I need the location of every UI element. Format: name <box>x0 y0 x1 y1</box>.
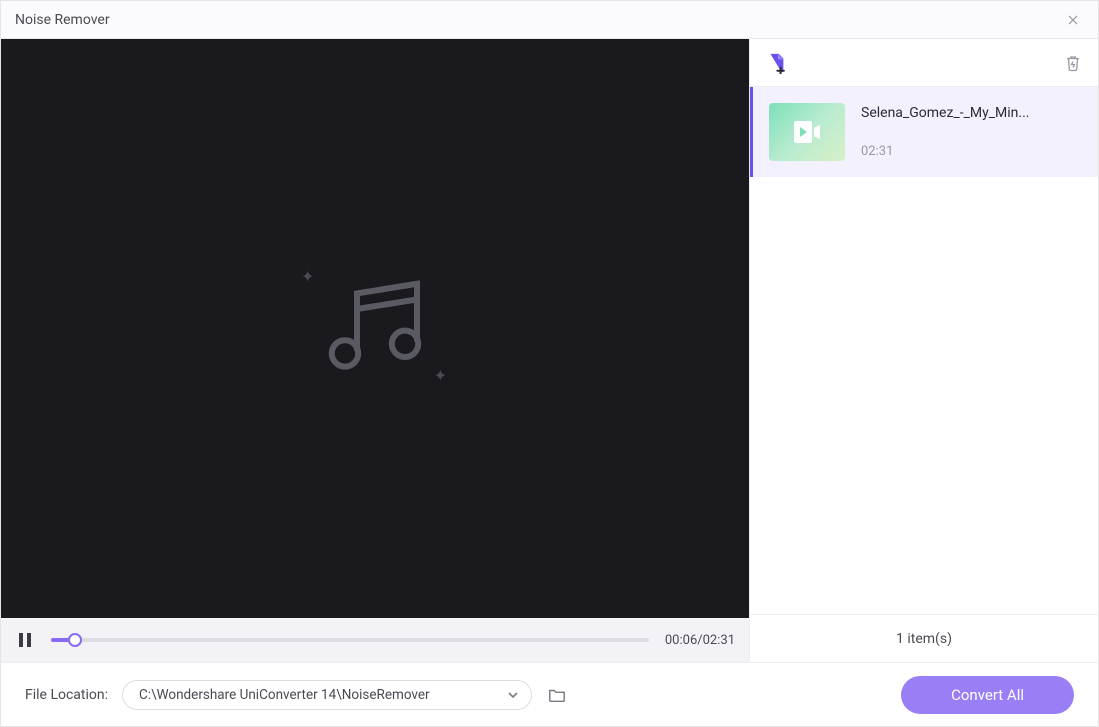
music-placeholder: ✦ ✦ <box>315 267 435 391</box>
convert-all-button[interactable]: Convert All <box>901 676 1074 714</box>
close-icon <box>1066 13 1080 27</box>
trash-icon <box>1064 54 1082 72</box>
file-location-label: File Location: <box>25 687 108 703</box>
preview-area: ✦ ✦ <box>1 39 749 618</box>
queue-toolbar <box>750 39 1098 87</box>
folder-icon <box>548 687 566 703</box>
queue-item[interactable]: Selena_Gomez_-_My_Min... 02:31 <box>750 87 1098 177</box>
chevron-down-icon <box>508 690 518 700</box>
file-location-group: File Location: <box>25 680 568 710</box>
clear-queue-button[interactable] <box>1062 52 1084 74</box>
video-icon <box>794 121 820 143</box>
sparkle-icon: ✦ <box>434 366 447 385</box>
file-location-dropdown[interactable] <box>501 683 525 707</box>
timecode: 00:06/02:31 <box>665 633 735 648</box>
browse-folder-button[interactable] <box>546 684 568 706</box>
file-location-input-wrap <box>122 680 532 710</box>
sparkle-icon: ✦ <box>301 267 314 286</box>
seek-thumb[interactable] <box>68 633 82 647</box>
noise-remover-window: Noise Remover ✦ ✦ <box>0 0 1099 727</box>
music-note-icon <box>315 267 435 387</box>
window-title: Noise Remover <box>15 12 110 28</box>
pause-icon <box>18 633 32 647</box>
current-time: 00:06 <box>665 633 697 648</box>
queue-list: Selena_Gomez_-_My_Min... 02:31 <box>750 87 1098 614</box>
playback-controls: 00:06/02:31 <box>1 618 749 662</box>
add-file-button[interactable] <box>764 51 788 75</box>
bottom-bar: File Location: Convert All <box>1 662 1098 726</box>
seek-bar[interactable] <box>51 638 649 642</box>
left-pane: ✦ ✦ 0 <box>1 39 749 662</box>
right-pane: Selena_Gomez_-_My_Min... 02:31 1 item(s) <box>749 39 1098 662</box>
add-file-icon <box>765 52 787 74</box>
item-duration: 02:31 <box>861 144 1030 159</box>
queue-count: 1 item(s) <box>750 614 1098 662</box>
body: ✦ ✦ 0 <box>1 39 1098 662</box>
file-location-input[interactable] <box>139 687 501 703</box>
total-time: 02:31 <box>703 633 735 648</box>
close-button[interactable] <box>1062 9 1084 31</box>
titlebar: Noise Remover <box>1 1 1098 39</box>
item-filename: Selena_Gomez_-_My_Min... <box>861 105 1030 121</box>
pause-button[interactable] <box>15 630 35 650</box>
item-meta: Selena_Gomez_-_My_Min... 02:31 <box>861 103 1030 161</box>
item-thumbnail <box>769 103 845 161</box>
